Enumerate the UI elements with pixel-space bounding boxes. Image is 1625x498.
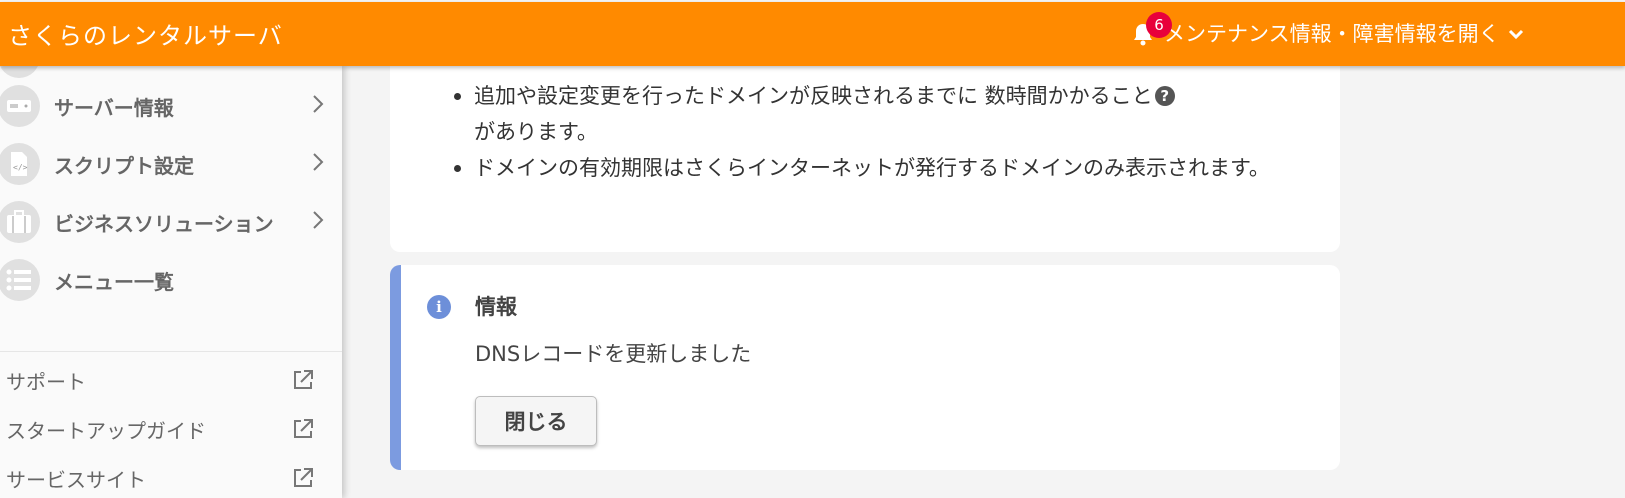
sidebar-item-label: スクリプト設定 bbox=[54, 153, 194, 178]
sidebar-link-label: スタートアップガイド bbox=[6, 419, 206, 443]
briefcase-icon bbox=[0, 201, 40, 243]
chevron-right-icon bbox=[312, 152, 324, 176]
external-link-icon bbox=[292, 418, 314, 444]
sidebar: サーバー情報 </> スクリプト設定 ビジネスソリューション メニュー一覧 サポ… bbox=[0, 66, 342, 498]
list-item: 追加や設定変更を行ったドメインが反映されるまでに 数時間かかること? があります。 bbox=[454, 78, 1294, 150]
sidebar-item-menu-list[interactable]: メニュー一覧 bbox=[0, 252, 342, 308]
sidebar-item-label: ビジネスソリューション bbox=[54, 211, 274, 236]
note-text: 追加や設定変更を行ったドメインが反映されるまでに 数時間かかること bbox=[474, 84, 1153, 108]
sidebar-link-support[interactable]: サポート bbox=[0, 360, 342, 400]
chevron-right-icon bbox=[312, 94, 324, 118]
external-link-icon bbox=[292, 467, 314, 493]
chevron-right-icon bbox=[312, 210, 324, 234]
maintenance-notice-toggle[interactable]: 6 メンテナンス情報・障害情報を開く bbox=[1132, 12, 1524, 48]
brand-title[interactable]: さくらのレンタルサーバ bbox=[8, 16, 283, 51]
sidebar-divider bbox=[0, 351, 342, 352]
sidebar-link-startup-guide[interactable]: スタートアップガイド bbox=[0, 409, 342, 449]
sidebar-link-label: サービスサイト bbox=[6, 468, 146, 492]
sidebar-item-script-settings[interactable]: </> スクリプト設定 bbox=[0, 136, 342, 192]
server-icon bbox=[0, 85, 40, 127]
sidebar-item-business-solutions[interactable]: ビジネスソリューション bbox=[0, 194, 342, 250]
help-icon[interactable]: ? bbox=[1154, 86, 1175, 106]
maintenance-notice-label[interactable]: メンテナンス情報・障害情報を開く bbox=[1164, 18, 1500, 48]
list-icon bbox=[0, 259, 40, 301]
external-link-icon bbox=[292, 369, 314, 395]
script-file-icon: </> bbox=[0, 143, 40, 185]
sidebar-link-label: サポート bbox=[6, 370, 86, 394]
sidebar-item-server-info[interactable]: サーバー情報 bbox=[0, 78, 342, 134]
sidebar-item-label: メニュー一覧 bbox=[54, 269, 174, 294]
info-accent-bar bbox=[390, 265, 401, 470]
info-icon: i bbox=[427, 295, 451, 319]
info-message: DNSレコードを更新しました bbox=[475, 342, 752, 366]
chevron-down-icon[interactable] bbox=[1508, 21, 1524, 45]
info-title: 情報 bbox=[475, 295, 517, 319]
sidebar-link-service-site[interactable]: サービスサイト bbox=[0, 458, 342, 498]
bell-icon[interactable]: 6 bbox=[1132, 12, 1172, 46]
partial-nav-icon bbox=[0, 66, 40, 78]
close-button[interactable]: 閉じる bbox=[475, 396, 597, 446]
domain-notes-card: 追加や設定変更を行ったドメインが反映されるまでに 数時間かかること? があります。… bbox=[390, 40, 1340, 252]
sidebar-item-label: サーバー情報 bbox=[54, 95, 174, 120]
top-header-bar: さくらのレンタルサーバ 6 メンテナンス情報・障害情報を開く bbox=[0, 2, 1625, 66]
info-alert-card: i 情報 DNSレコードを更新しました 閉じる bbox=[390, 265, 1340, 470]
list-item: ドメインの有効期限はさくらインターネットが発行するドメインのみ表示されます。 bbox=[454, 150, 1294, 186]
notes-list: 追加や設定変更を行ったドメインが反映されるまでに 数時間かかること? があります。… bbox=[454, 78, 1294, 186]
note-text-tail: があります。 bbox=[474, 120, 598, 144]
notification-count-badge: 6 bbox=[1146, 12, 1172, 38]
svg-text:</>: </> bbox=[13, 163, 28, 172]
